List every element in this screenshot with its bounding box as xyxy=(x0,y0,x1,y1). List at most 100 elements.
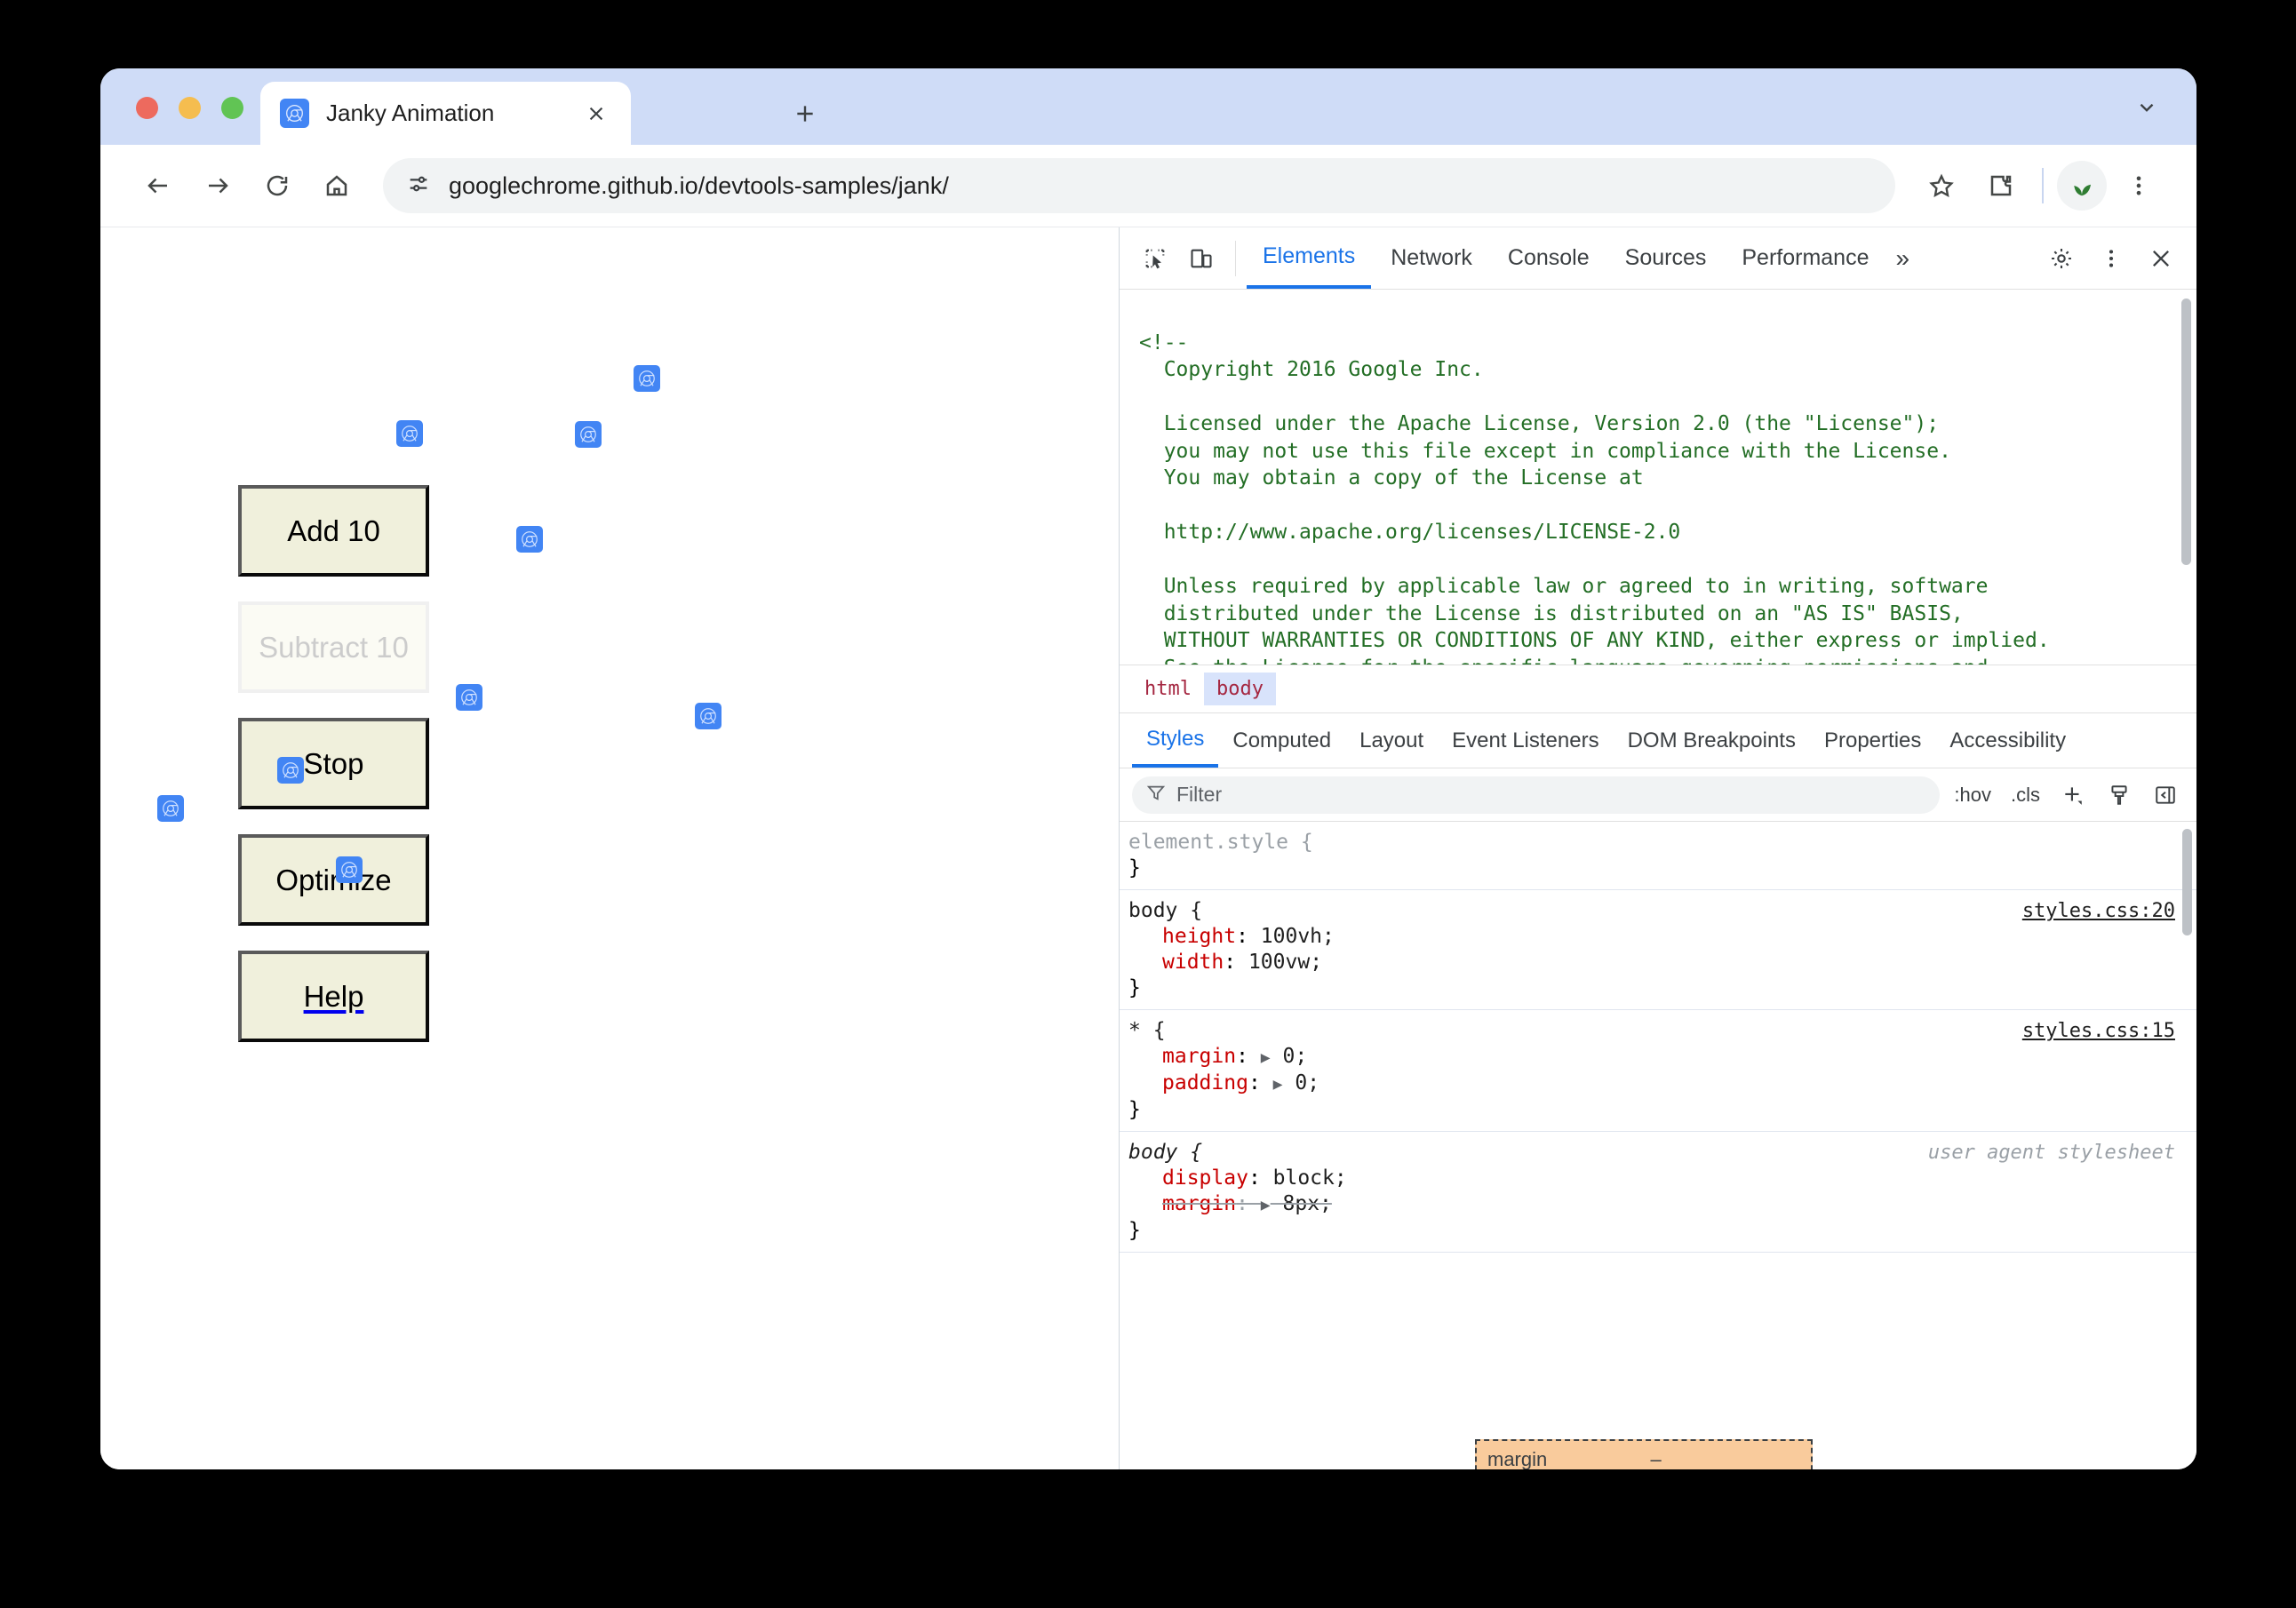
css-source-link[interactable]: styles.css:20 xyxy=(2022,898,2175,924)
more-tabs-button[interactable]: » xyxy=(1885,244,1920,273)
paintbrush-icon[interactable] xyxy=(2101,776,2138,814)
filter-icon xyxy=(1146,783,1166,807)
plus-icon[interactable] xyxy=(2054,776,2092,814)
home-icon[interactable] xyxy=(309,158,364,213)
puzzle-icon[interactable] xyxy=(1973,158,2029,213)
css-value[interactable]: 0; xyxy=(1295,1071,1319,1095)
page-button-label: Subtract 10 xyxy=(259,630,409,664)
breadcrumb-item-html[interactable]: html xyxy=(1132,673,1204,705)
tab-accessibility[interactable]: Accessibility xyxy=(1935,713,2080,768)
css-selector[interactable]: body { xyxy=(1128,1140,1202,1166)
css-rule-close: } xyxy=(1128,1098,1141,1121)
page-button-help[interactable]: Help xyxy=(238,951,429,1042)
box-model-margin[interactable]: margin – xyxy=(1475,1439,1813,1469)
dom-tree-scrollbar[interactable] xyxy=(2181,299,2191,565)
css-rule[interactable]: body { styles.css:20 height: 100vh; width: … xyxy=(1120,890,2196,1010)
css-rule[interactable]: * { styles.css:15 margin: ▶ 0; padding: ▶ 0… xyxy=(1120,1010,2196,1132)
css-selector[interactable]: element.style { xyxy=(1128,830,1313,856)
tab-styles[interactable]: Styles xyxy=(1132,713,1219,768)
tab-event-listeners[interactable]: Event Listeners xyxy=(1438,713,1613,768)
close-tab-button[interactable] xyxy=(581,99,611,129)
search-input[interactable]: Filter xyxy=(1132,776,1941,814)
dom-tree-pane[interactable]: <!-- Copyright 2016 Google Inc. Licensed… xyxy=(1120,290,2196,665)
css-declaration[interactable]: height: 100vh; xyxy=(1128,924,2175,950)
forward-arrow-icon[interactable] xyxy=(190,158,245,213)
tab-sources[interactable]: Sources xyxy=(1609,227,1723,289)
chevron-down-icon[interactable] xyxy=(2122,88,2172,127)
css-value[interactable]: block; xyxy=(1273,1166,1347,1190)
device-toolbar-icon[interactable] xyxy=(1178,235,1224,282)
css-rule-close: } xyxy=(1128,856,1141,880)
css-selector[interactable]: body { xyxy=(1128,898,1202,924)
expand-shorthand-icon[interactable]: ▶ xyxy=(1261,1045,1271,1071)
minimize-window-button[interactable] xyxy=(179,97,201,119)
url-text: googlechrome.github.io/devtools-samples/… xyxy=(449,171,949,199)
css-declaration[interactable]: margin: ▶ 8px; xyxy=(1128,1191,2175,1218)
tab-dom-breakpoints[interactable]: DOM Breakpoints xyxy=(1614,713,1810,768)
toolbar-divider xyxy=(1235,240,1236,276)
expand-shorthand-icon[interactable]: ▶ xyxy=(1273,1071,1283,1097)
css-value[interactable]: 100vh; xyxy=(1261,925,1335,948)
tab-properties[interactable]: Properties xyxy=(1810,713,1935,768)
address-bar[interactable]: googlechrome.github.io/devtools-samples/… xyxy=(383,158,1895,213)
site-info-icon[interactable] xyxy=(406,171,431,201)
kebab-menu-icon[interactable] xyxy=(2111,158,2166,213)
new-tab-button[interactable] xyxy=(785,93,825,134)
css-value[interactable]: 100vw; xyxy=(1248,951,1322,974)
animated-sprite xyxy=(396,420,423,447)
dom-license-comment: <!-- Copyright 2016 Google Inc. Licensed… xyxy=(1139,330,2050,665)
css-rule[interactable]: element.style {} xyxy=(1120,822,2196,890)
tab-console[interactable]: Console xyxy=(1492,227,1606,289)
styles-scrollbar[interactable] xyxy=(2182,829,2192,935)
css-rule[interactable]: body {user agent stylesheet display: bloc… xyxy=(1120,1132,2196,1253)
css-property: margin xyxy=(1162,1045,1237,1068)
breadcrumb-item-body[interactable]: body xyxy=(1203,673,1276,705)
tab-computed[interactable]: Computed xyxy=(1218,713,1345,768)
css-value[interactable]: 8px; xyxy=(1283,1192,1332,1215)
tab-title: Janky Animation xyxy=(326,100,495,126)
tab-layout[interactable]: Layout xyxy=(1345,713,1438,768)
hover-state-button[interactable]: :hov xyxy=(1949,784,1997,807)
tab-network[interactable]: Network xyxy=(1375,227,1488,289)
page-button-optimize[interactable]: Optimize xyxy=(238,834,429,926)
tab-elements[interactable]: Elements xyxy=(1247,227,1372,289)
sidebar-toggle-icon[interactable] xyxy=(2147,776,2184,814)
kebab-menu-icon[interactable] xyxy=(2088,235,2134,282)
inspect-cursor-icon[interactable] xyxy=(1132,235,1178,282)
close-icon[interactable] xyxy=(2138,235,2184,282)
css-property: height xyxy=(1162,925,1237,948)
controls-panel: Add 10 Subtract 10 Stop Optimize Help xyxy=(238,485,429,1067)
page-button-label: Help xyxy=(303,979,364,1013)
gear-icon[interactable] xyxy=(2038,235,2085,282)
page-button-add-10[interactable]: Add 10 xyxy=(238,485,429,577)
css-declaration[interactable]: margin: ▶ 0; xyxy=(1128,1044,2175,1071)
browser-window: Janky Animation googlechrome.github.io/d… xyxy=(100,68,2196,1469)
avatar[interactable] xyxy=(2057,161,2107,211)
page-button-stop[interactable]: Stop xyxy=(238,718,429,809)
star-icon[interactable] xyxy=(1914,158,1969,213)
css-declaration[interactable]: padding: ▶ 0; xyxy=(1128,1071,2175,1097)
browser-tab[interactable]: Janky Animation xyxy=(260,82,631,145)
expand-shorthand-icon[interactable]: ▶ xyxy=(1261,1192,1271,1218)
devtools-toolbar: Elements Network Console Sources Performance… xyxy=(1120,227,2196,290)
class-editor-button[interactable]: .cls xyxy=(2005,784,2045,807)
page-button-label: Optimize xyxy=(275,863,392,896)
close-window-button[interactable] xyxy=(136,97,158,119)
page-viewport: Add 10 Subtract 10 Stop Optimize Help xyxy=(100,227,1120,1469)
tab-performance[interactable]: Performance xyxy=(1726,227,1885,289)
css-source-link[interactable]: styles.css:15 xyxy=(2022,1018,2175,1044)
page-button-subtract-10: Subtract 10 xyxy=(238,601,429,693)
back-arrow-icon[interactable] xyxy=(131,158,186,213)
animated-sprite xyxy=(157,795,184,822)
css-value[interactable]: 0; xyxy=(1283,1045,1308,1068)
css-declaration[interactable]: display: block; xyxy=(1128,1166,2175,1191)
maximize-window-button[interactable] xyxy=(221,97,243,119)
reload-icon[interactable] xyxy=(250,158,305,213)
css-selector[interactable]: * { xyxy=(1128,1018,1166,1044)
css-declaration[interactable]: width: 100vw; xyxy=(1128,950,2175,975)
animated-sprite xyxy=(277,757,304,784)
css-property: padding xyxy=(1162,1071,1248,1095)
styles-sidebar-tabs: Styles Computed Layout Event Listeners DOM B… xyxy=(1120,713,2196,768)
css-rule-close: } xyxy=(1128,1219,1141,1242)
css-property: width xyxy=(1162,951,1224,974)
